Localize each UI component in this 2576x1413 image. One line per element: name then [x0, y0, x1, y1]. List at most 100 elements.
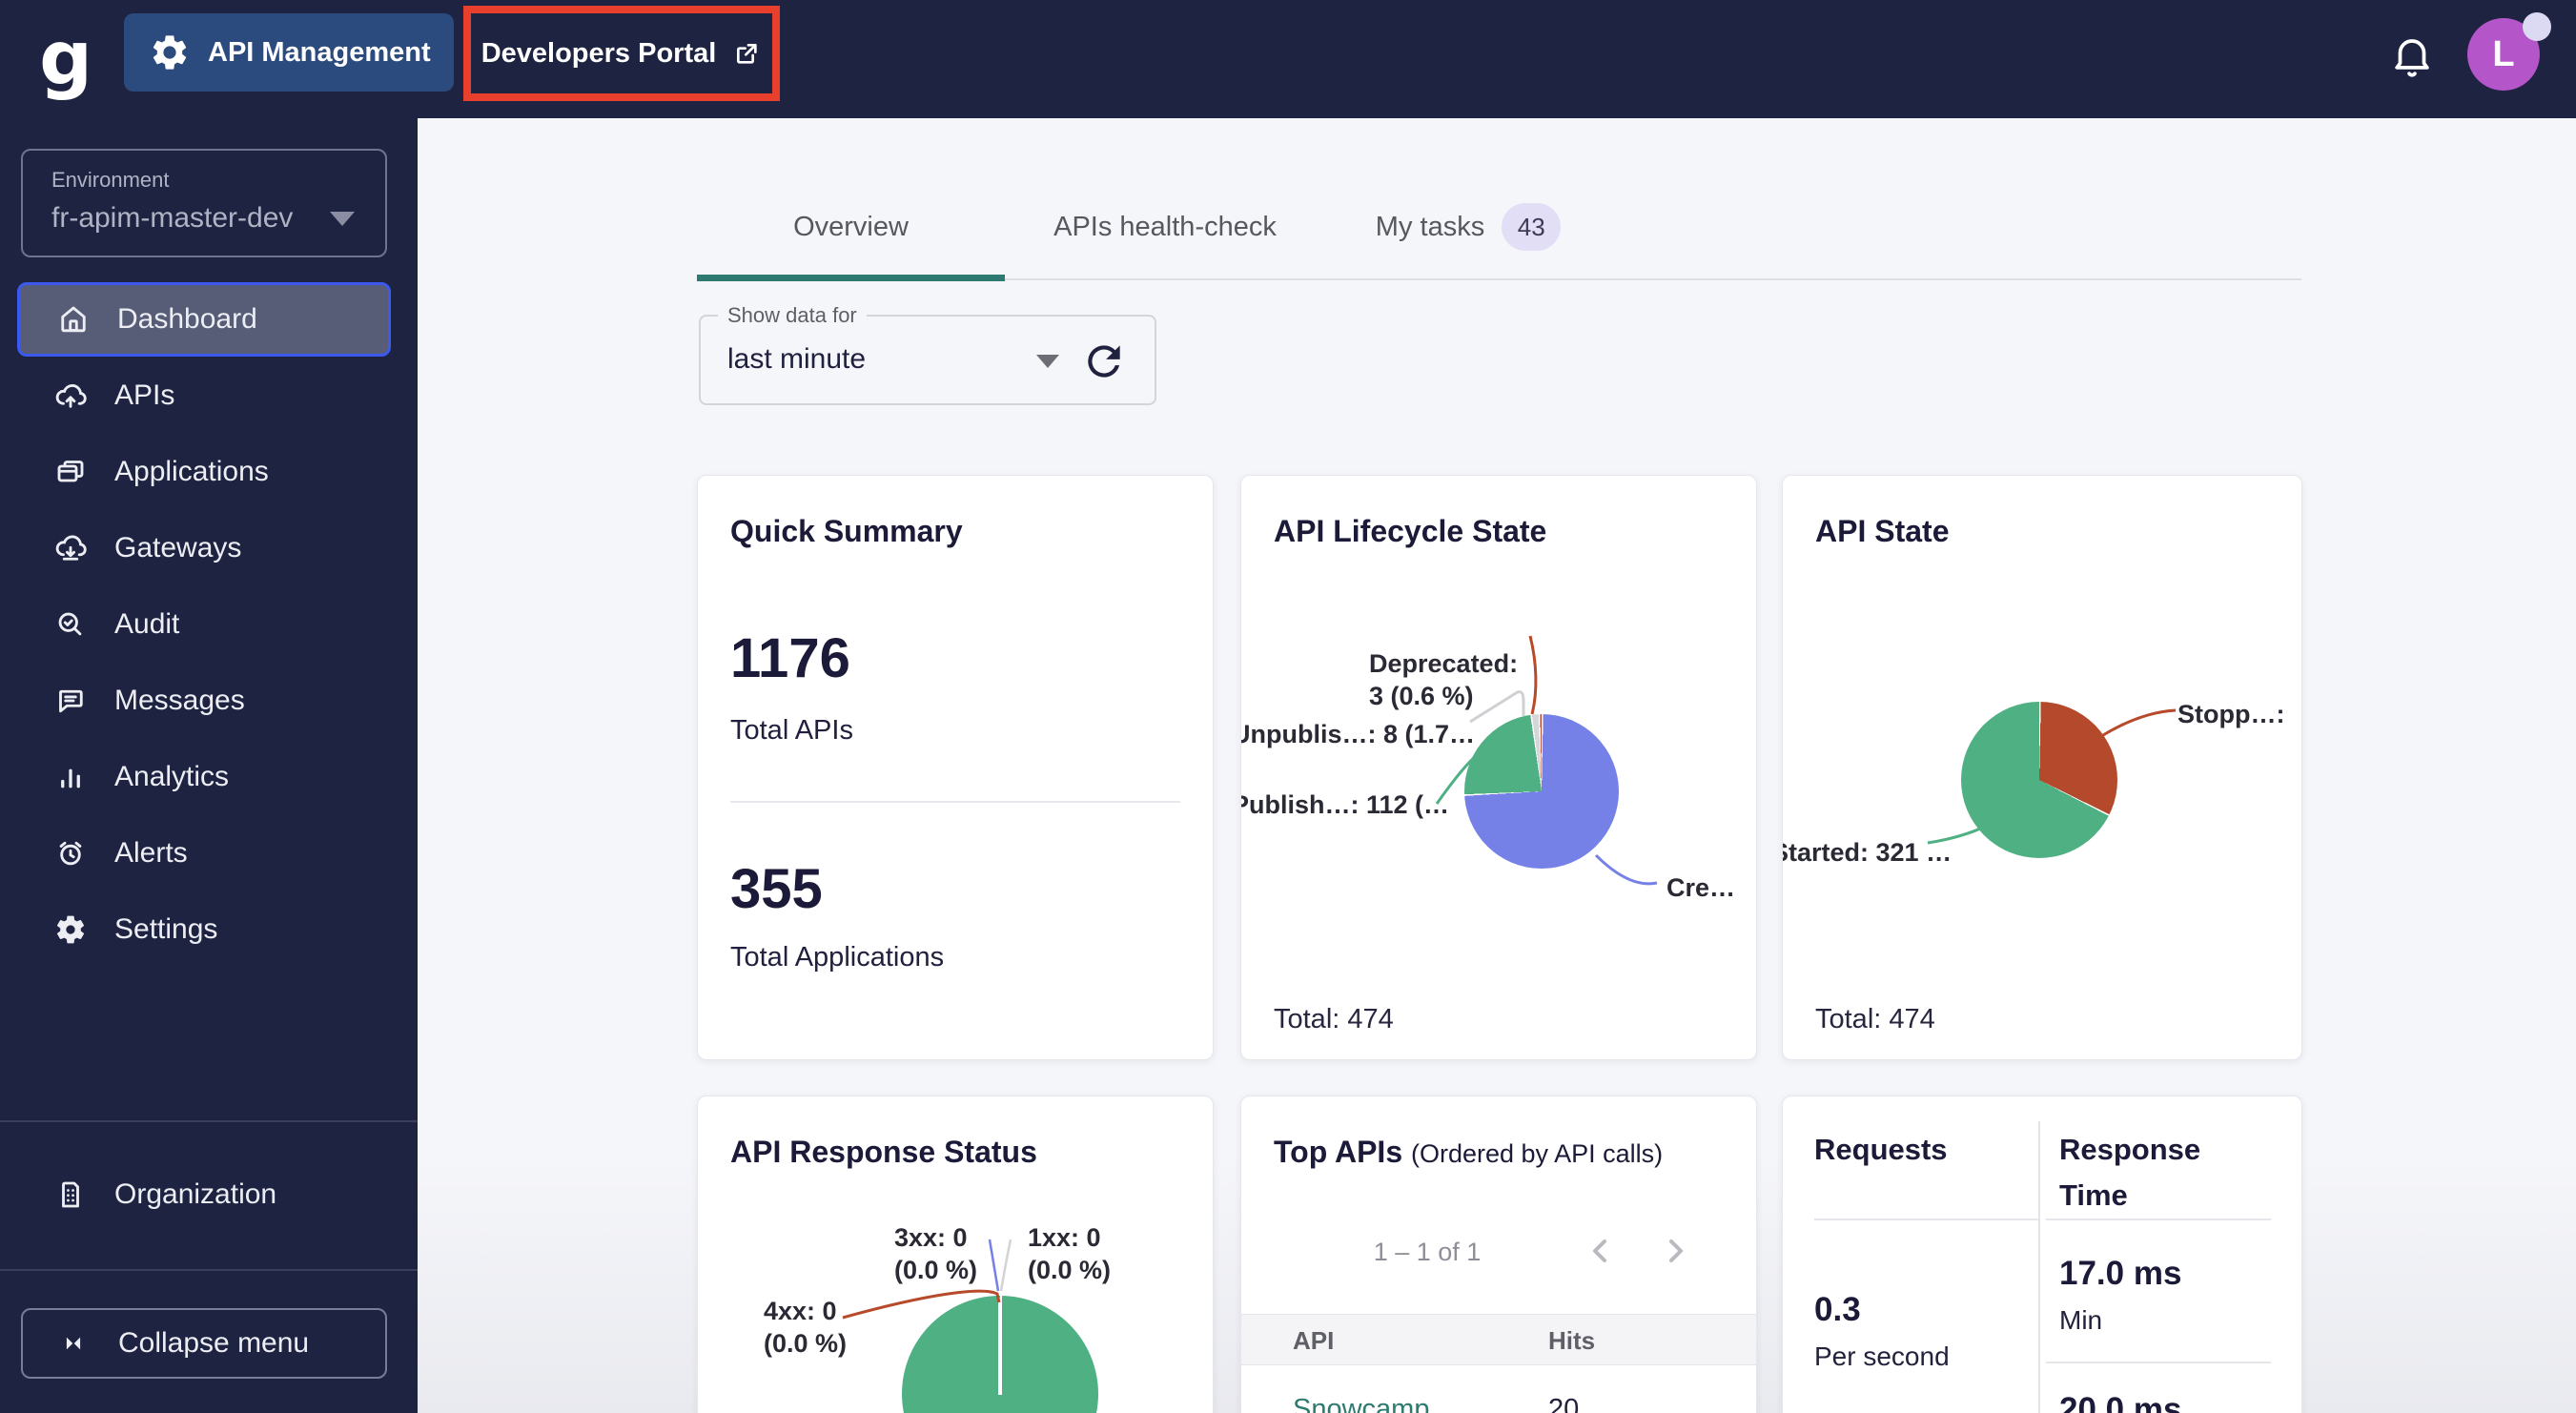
sidebar-item-audit[interactable]: Audit: [17, 587, 391, 662]
sidebar-item-alerts[interactable]: Alerts: [17, 816, 391, 891]
time-range-select[interactable]: last minute: [727, 343, 866, 376]
requests-per-second-value: 0.3: [1814, 1291, 1861, 1328]
card-api-response-status: API Response Status 3xx: 0 (0.0 %) 1xx: …: [697, 1096, 1214, 1413]
sidebar-item-label: Messages: [114, 685, 245, 716]
sidebar-item-gateways[interactable]: Gateways: [17, 511, 391, 585]
annotation-highlight: Developers Portal: [463, 6, 780, 101]
pie-total: Total: 474: [1274, 1004, 1394, 1034]
table-row: Snowcamp 20: [1241, 1365, 1756, 1413]
collapse-icon: [66, 1337, 81, 1350]
tab-my-tasks[interactable]: My tasks 43: [1325, 175, 1611, 278]
tab-overview-label: Overview: [793, 211, 909, 242]
sidebar-item-label: APIs: [114, 379, 175, 411]
developers-portal-link[interactable]: Developers Portal: [471, 13, 772, 93]
gravitee-logo-icon[interactable]: g: [32, 13, 99, 105]
slice-label-3xx: 3xx: 0 (0.0 %): [894, 1223, 978, 1284]
sidebar-item-label: Analytics: [114, 761, 230, 792]
alarm-clock-icon: [59, 841, 82, 866]
sidebar-item-apis[interactable]: APIs: [17, 358, 391, 433]
divider: [2046, 1362, 2271, 1363]
cloud-upload-icon: [55, 384, 87, 408]
show-data-for-field: Show data for last minute: [699, 303, 1156, 405]
chevron-down-icon[interactable]: [1036, 355, 1059, 368]
api-link[interactable]: Snowcamp: [1293, 1394, 1429, 1413]
sidebar-item-organization[interactable]: Organization: [17, 1157, 391, 1232]
collapse-menu-label: Collapse menu: [118, 1327, 310, 1359]
card-requests-response-time: Requests Response Time 0.3 Per second 17…: [1782, 1096, 2302, 1413]
pie-split-line: [998, 1298, 1002, 1395]
sidebar-item-label: Dashboard: [117, 303, 257, 335]
bar-chart-icon: [61, 768, 80, 788]
sidebar-item-dashboard[interactable]: Dashboard: [17, 282, 391, 357]
response-time-next-value: 20.0 ms: [2059, 1391, 2182, 1413]
slice-label-4xx: 4xx: 0 (0.0 %): [764, 1297, 848, 1358]
top-apis-subtitle: (Ordered by API calls): [1411, 1139, 1664, 1168]
gear-icon: [56, 915, 85, 944]
tab-bar: Overview APIs health-check My tasks 43: [697, 175, 2301, 280]
slice-label-deprecated: Deprecated: 3 (0.6 %): [1369, 649, 1519, 710]
slice-label-stopped: Stopp…:: [2177, 700, 2285, 728]
requests-per-second-label: Per second: [1814, 1341, 1950, 1371]
total-applications-label: Total Applications: [730, 942, 945, 973]
response-time-min-value: 17.0 ms: [2059, 1255, 2182, 1292]
divider: [730, 801, 1180, 803]
environment-label: Environment: [51, 168, 170, 192]
tab-overview[interactable]: Overview: [697, 175, 1005, 278]
slice-label-created: Cre…: [1666, 873, 1736, 902]
audit-search-check-icon: [58, 612, 82, 636]
api-state-pie-chart[interactable]: [1961, 702, 2117, 858]
slice-label-started: Started: 321 …: [1782, 838, 1952, 867]
app-header: g API Management Developers Portal L: [0, 0, 2576, 118]
refresh-icon[interactable]: [1080, 338, 1128, 385]
sidebar-divider: [0, 1269, 418, 1271]
tab-tasks-label: My tasks: [1375, 211, 1485, 242]
sidebar-item-messages[interactable]: Messages: [17, 664, 391, 738]
main-content: Overview APIs health-check My tasks 43 S…: [418, 118, 2576, 1413]
sidebar-item-label: Organization: [114, 1178, 277, 1210]
requests-title: Requests: [1814, 1133, 1948, 1166]
sidebar-item-label: Audit: [114, 608, 180, 640]
total-apis-label: Total APIs: [730, 715, 853, 746]
hits-value: 20: [1548, 1394, 1580, 1413]
api-management-button[interactable]: API Management: [124, 13, 454, 92]
card-title: Quick Summary: [730, 514, 963, 548]
column-header-api: API: [1293, 1326, 1335, 1355]
notifications-bell-icon[interactable]: [2388, 29, 2436, 82]
response-time-min-label: Min: [2059, 1305, 2103, 1335]
top-apis-title: Top APIs: [1274, 1135, 1403, 1169]
sidebar-item-analytics[interactable]: Analytics: [17, 740, 391, 814]
card-title: API State: [1815, 514, 1950, 548]
card-api-lifecycle-state: API Lifecycle State Deprecated: 3 (0.6 %…: [1240, 475, 1757, 1060]
api-management-label: API Management: [208, 36, 431, 68]
cloud-download-icon: [55, 535, 87, 561]
sidebar: Environment fr-apim-master-dev Dashboard…: [0, 118, 418, 1413]
sidebar-item-label: Applications: [114, 456, 269, 487]
divider: [2046, 1218, 2271, 1220]
tab-apis-health-check[interactable]: APIs health-check: [1005, 175, 1325, 278]
gear-icon: [153, 35, 187, 70]
paginator-range: 1 – 1 of 1: [1373, 1238, 1482, 1266]
slice-label-unpublished: Unpublis…: 8 (1.7…: [1240, 720, 1476, 748]
vertical-divider: [2038, 1121, 2040, 1413]
chevron-left-icon[interactable]: [1581, 1232, 1619, 1270]
card-quick-summary: Quick Summary 1176 Total APIs 355 Total …: [697, 475, 1214, 1060]
sidebar-item-label: Settings: [114, 913, 218, 945]
sidebar-item-settings[interactable]: Settings: [17, 892, 391, 967]
column-header-hits: Hits: [1548, 1326, 1596, 1355]
collapse-menu-button[interactable]: Collapse menu: [21, 1308, 387, 1379]
developers-portal-label: Developers Portal: [480, 37, 717, 69]
card-title: Top APIs (Ordered by API calls): [1274, 1135, 1663, 1170]
message-bubble-icon: [59, 689, 83, 713]
sidebar-item-applications[interactable]: Applications: [17, 435, 391, 509]
card-top-apis: Top APIs (Ordered by API calls) 1 – 1 of…: [1240, 1096, 1757, 1413]
response-time-title: Response Time: [2059, 1133, 2201, 1212]
table-header: API Hits: [1241, 1314, 1756, 1365]
show-data-for-label: Show data for: [718, 303, 867, 328]
chevron-right-icon[interactable]: [1657, 1232, 1695, 1270]
tab-health-label: APIs health-check: [1053, 211, 1277, 242]
sidebar-divider: [0, 1120, 418, 1122]
lifecycle-pie-chart[interactable]: [1464, 714, 1619, 869]
environment-select[interactable]: Environment fr-apim-master-dev: [21, 149, 387, 257]
sidebar-item-label: Gateways: [114, 532, 242, 563]
avatar-letter: L: [2492, 33, 2515, 74]
